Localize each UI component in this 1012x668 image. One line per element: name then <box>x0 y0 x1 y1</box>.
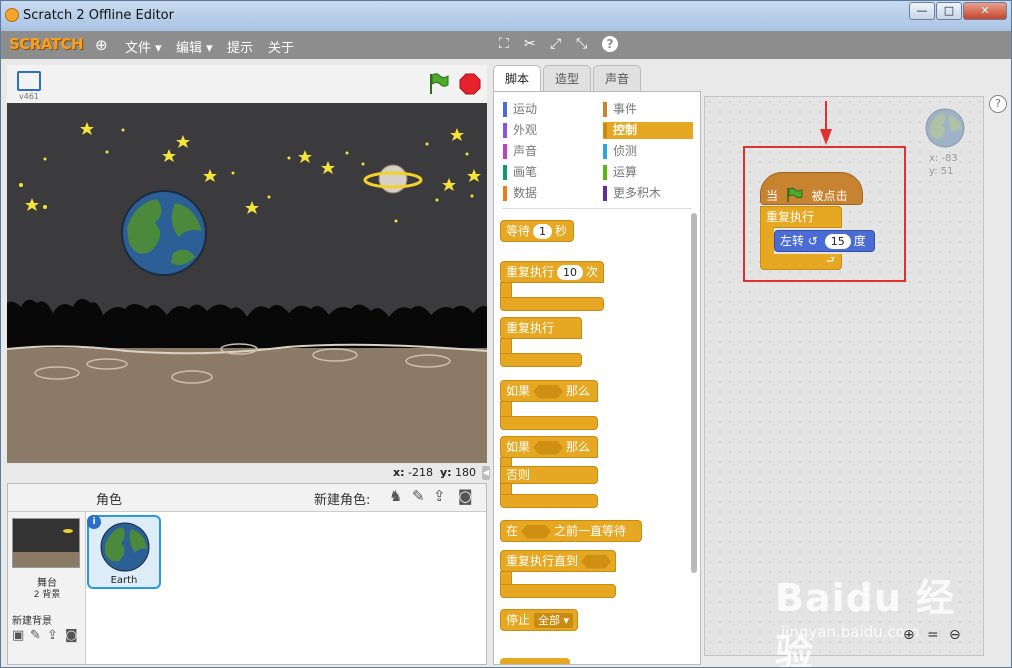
when-flag-clicked-block[interactable]: 当 被点击 <box>760 172 863 205</box>
earth-sprite <box>121 190 207 276</box>
stage[interactable] <box>7 103 487 463</box>
title-bar: Scratch 2 Offline Editor — □ ✕ <box>1 1 1011 31</box>
minimize-button[interactable]: — <box>909 2 935 20</box>
block-palette: 运动 外观 声音 画笔 数据 事件 控制 侦测 运算 更多积木 等待 1 秒 重复执… <box>493 91 701 665</box>
new-sprite-label: 新建角色: <box>314 493 371 508</box>
app-window: Scratch 2 Offline Editor — □ ✕ SCRATCH ⊕… <box>0 0 1012 668</box>
stage-thumbnail[interactable] <box>12 518 80 568</box>
turn-left-block[interactable]: 左转 ↺ 15 度 <box>774 230 875 252</box>
new-backdrop-label: 新建背景 <box>12 616 52 627</box>
mouse-coordinates: x: -218 y: 180 <box>393 466 477 479</box>
version-label: v461 <box>19 92 40 101</box>
category-pen[interactable]: 画笔 <box>503 164 593 181</box>
camera-icon[interactable]: ◙ <box>458 487 473 505</box>
sprites-label: 角色 <box>96 493 123 508</box>
upload-icon[interactable]: ⇪ <box>433 487 446 505</box>
green-flag-icon <box>787 187 803 202</box>
mouse-y: 180 <box>455 466 477 479</box>
backdrop-count: 2 背景 <box>33 590 61 600</box>
tab-costumes[interactable]: 造型 <box>543 65 591 92</box>
delete-icon[interactable]: ✂ <box>524 36 536 52</box>
menu-bar: SCRATCH ⊕ 文件 ▾ 编辑 ▾ 提示 关于 ⛶ ✂ ⤢ ⤡ ? <box>1 31 1011 59</box>
category-looks[interactable]: 外观 <box>503 122 593 139</box>
category-more-blocks[interactable]: 更多积木 <box>603 185 693 202</box>
grow-icon[interactable]: ⤢ <box>550 36 561 52</box>
palette-scrollbar[interactable] <box>691 213 697 573</box>
forever-block[interactable]: 重复执行 <box>760 206 842 228</box>
watermark-brand: Baidu 经验 <box>775 576 956 668</box>
category-operators[interactable]: 运算 <box>603 164 693 181</box>
mouse-x: -218 <box>408 466 433 479</box>
stage-header: v461 <box>7 65 487 103</box>
stage-column: 舞台 2 背景 新建背景 ▣ ✎ ⇪ ◙ <box>8 512 86 664</box>
watermark-url: jingyan.baidu.com <box>781 623 920 641</box>
block-wait-until[interactable]: 在之前一直等待 <box>500 520 642 542</box>
menu-tips[interactable]: 提示 <box>227 37 253 56</box>
category-control[interactable]: 控制 <box>603 122 693 139</box>
category-motion[interactable]: 运动 <box>503 101 593 118</box>
tab-scripts[interactable]: 脚本 <box>493 65 541 93</box>
category-sound[interactable]: 声音 <box>503 143 593 160</box>
stop-dropdown[interactable]: 全部 ▾ <box>534 613 574 628</box>
palette-block-list: 等待 1 秒 重复执行 10 次 重复执行 如果 那么 如果 那么 否则 在 之… <box>500 212 692 662</box>
rotate-left-icon: ↺ <box>807 234 818 248</box>
zoom-in-icon[interactable]: ⊕ <box>903 627 915 643</box>
globe-icon[interactable]: ⊕ <box>95 36 108 54</box>
collapse-stage-icon[interactable]: ◀ <box>482 466 490 480</box>
sprite-library-icon[interactable]: ♞ <box>389 487 402 505</box>
red-arrow-annotation <box>820 101 832 145</box>
earth-thumbnail-icon <box>100 522 150 572</box>
turn-degrees-input[interactable]: 15 <box>824 234 851 249</box>
window-title: Scratch 2 Offline Editor <box>23 8 174 23</box>
sprite-name: Earth <box>110 575 138 586</box>
help-icon[interactable]: ? <box>602 36 618 52</box>
block-wait[interactable]: 等待 1 秒 <box>500 220 574 242</box>
backdrop-library-icon[interactable]: ▣ <box>12 628 24 643</box>
zoom-reset-icon[interactable]: = <box>927 627 939 643</box>
scratch-cat-icon <box>5 8 19 22</box>
shrink-icon[interactable]: ⤡ <box>576 36 587 52</box>
stage-backdrop <box>7 103 487 463</box>
category-events[interactable]: 事件 <box>603 101 693 118</box>
close-window-button[interactable]: ✕ <box>963 2 1007 20</box>
sprite-x-readout: x: -83 <box>929 153 958 164</box>
sprite-y-readout: y: 51 <box>929 166 954 177</box>
paint-brush-icon[interactable]: ✎ <box>412 487 425 505</box>
sprite-pane: 角色 新建角色: ♞ ✎ ⇪ ◙ 舞台 2 背景 新建背景 ▣ ✎ ⇪ ◙ i <box>7 483 487 665</box>
menu-file[interactable]: 文件 ▾ <box>125 37 162 56</box>
loop-arrow-icon: ⮐ <box>760 254 842 270</box>
backdrop-paint-icon[interactable]: ✎ <box>30 628 41 643</box>
category-sensing[interactable]: 侦测 <box>603 143 693 160</box>
scratch-logo[interactable]: SCRATCH <box>9 35 84 53</box>
help-tips-icon[interactable]: ? <box>989 95 1007 113</box>
backdrop-upload-icon[interactable]: ⇪ <box>47 628 58 643</box>
category-data[interactable]: 数据 <box>503 185 593 202</box>
sprite-pane-header: 角色 新建角色: ♞ ✎ ⇪ ◙ <box>8 484 486 512</box>
fullscreen-icon[interactable] <box>17 71 41 91</box>
zoom-out-icon[interactable]: ⊖ <box>949 627 961 643</box>
tab-sounds[interactable]: 声音 <box>593 65 641 92</box>
backdrop-camera-icon[interactable]: ◙ <box>65 628 78 643</box>
block-stop[interactable]: 停止 全部 ▾ <box>500 609 578 631</box>
sprite-preview-icon <box>925 108 965 148</box>
duplicate-icon[interactable]: ⛶ <box>499 36 509 52</box>
menu-about[interactable]: 关于 <box>268 37 294 56</box>
sprite-tile-earth[interactable]: i Earth <box>87 515 161 589</box>
menu-edit[interactable]: 编辑 ▾ <box>176 37 213 56</box>
scripts-area[interactable]: x: -83 y: 51 当 被点击 重复执行 左转 ↺ 15 度 ⮐ Baid… <box>704 96 984 667</box>
green-flag-icon[interactable] <box>427 72 449 96</box>
stop-icon[interactable] <box>459 73 481 95</box>
maximize-button[interactable]: □ <box>936 2 962 20</box>
